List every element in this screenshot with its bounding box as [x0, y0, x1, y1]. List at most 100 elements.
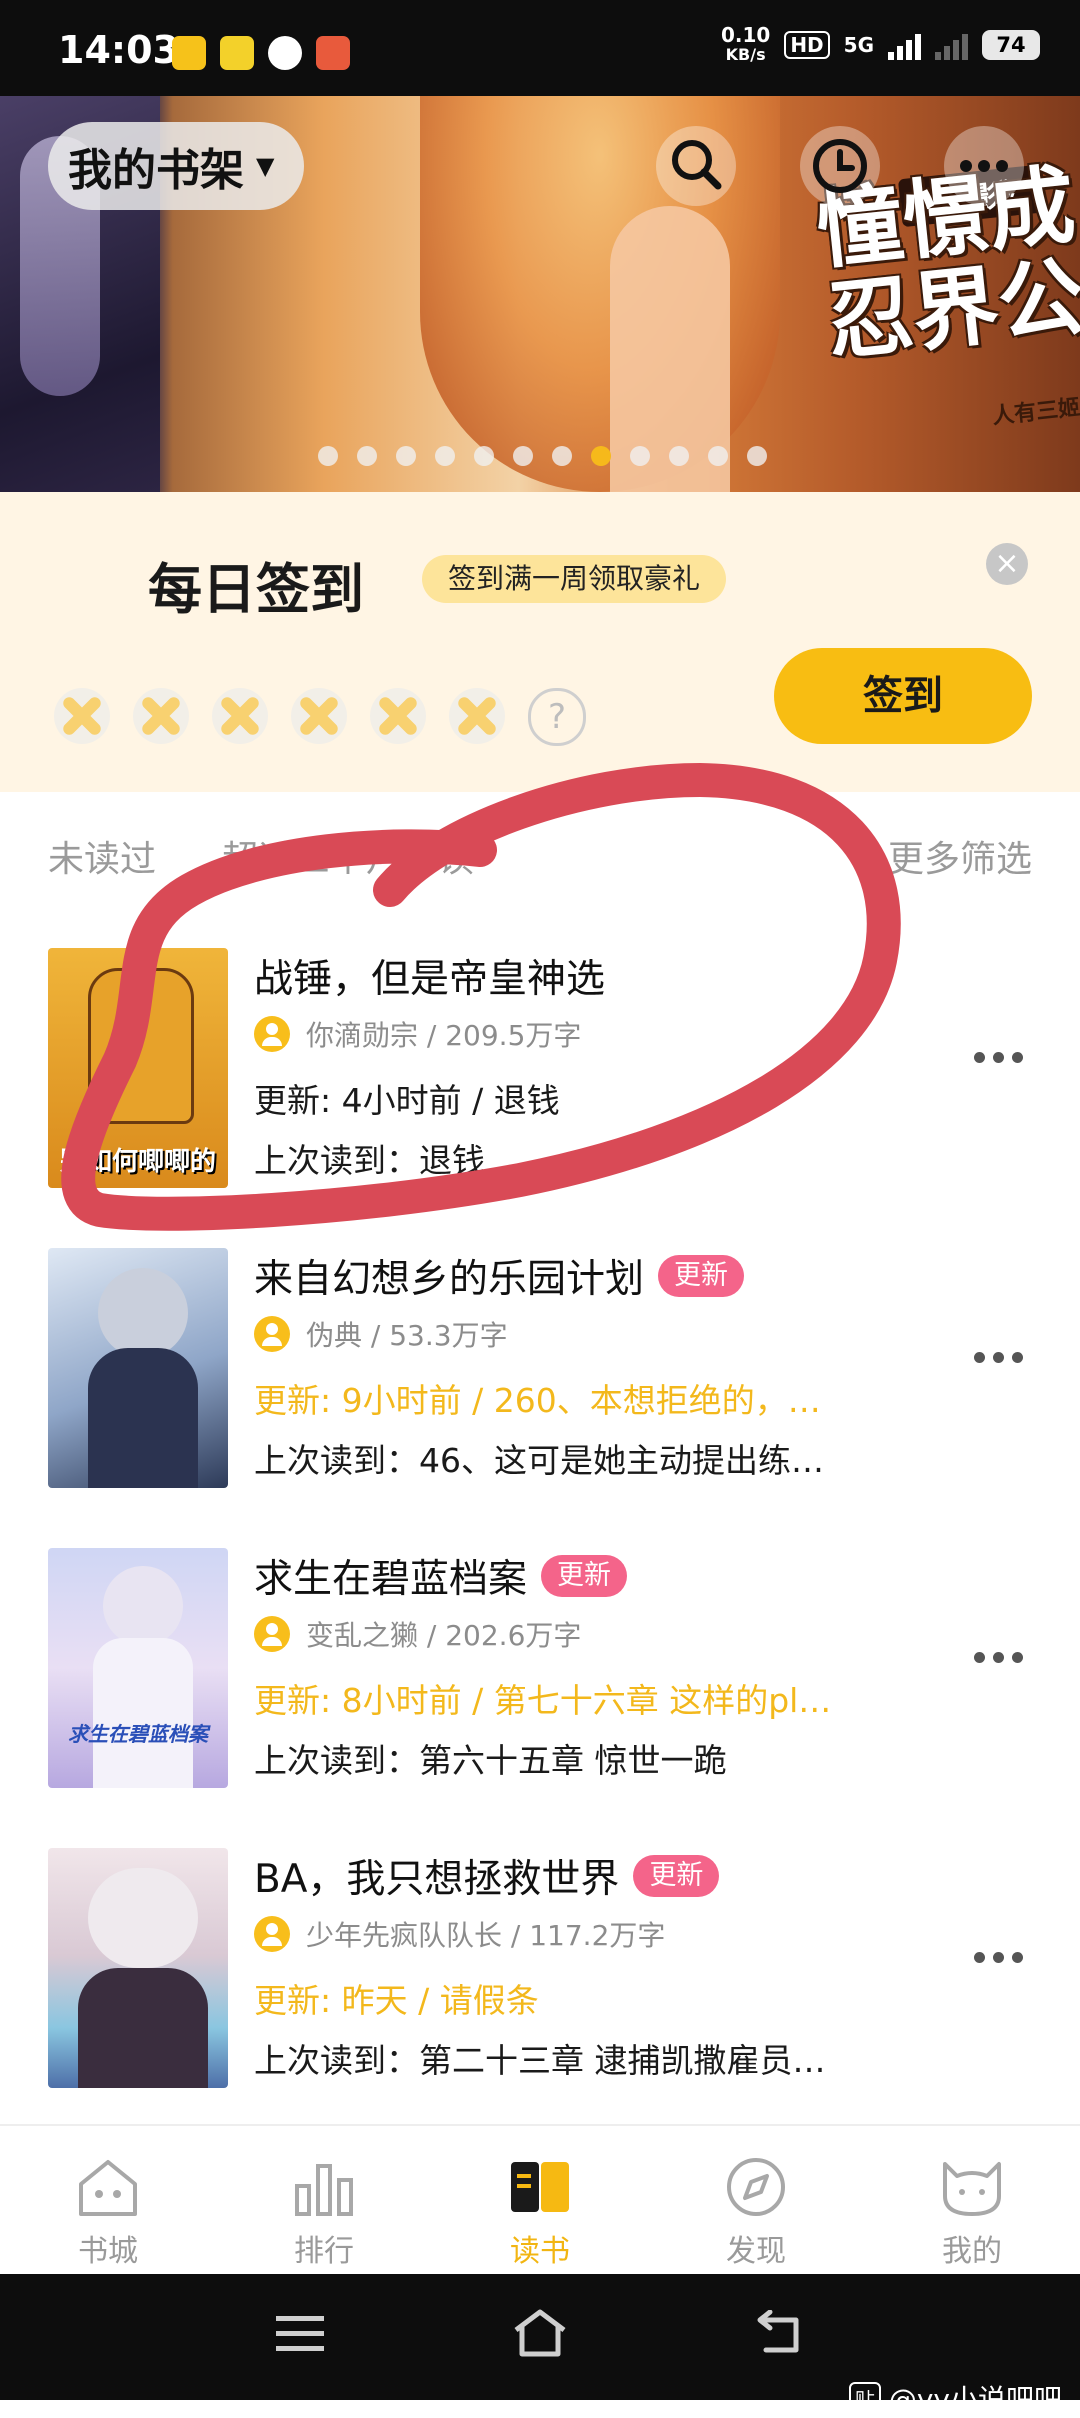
promo-banner[interactable]: 《火影》 憧憬成 忍界公 人有三姬 我的书架 ▼	[0, 96, 1080, 492]
meituan-app-icon	[220, 36, 254, 70]
book-update-info: 更新: 4小时前 / 退钱	[254, 1081, 560, 1120]
carousel-dot	[747, 446, 767, 466]
carousel-dot	[435, 446, 455, 466]
book-author: 少年先疯队队长 / 117.2万字	[254, 1914, 665, 1954]
filter-unread[interactable]: 未读过	[48, 830, 156, 882]
book-cover[interactable]: 求生在碧蓝档案	[48, 1548, 228, 1788]
compass-icon	[721, 2156, 791, 2218]
book-cover[interactable]	[48, 1848, 228, 2088]
system-indicators: 0.10 KB/s HD 5G 74	[720, 23, 1040, 64]
clock: 14:03	[58, 28, 179, 72]
banner-tagline: 人有三姬	[991, 395, 1080, 430]
menu-icon[interactable]	[276, 2314, 324, 2358]
battery-icon: 74	[982, 30, 1040, 60]
book-update-info: 更新: 9小时前 / 260、本想拒绝的，…	[254, 1381, 821, 1420]
signed-day-icon	[133, 688, 189, 744]
home-icon[interactable]	[512, 2308, 568, 2362]
book-author: 变乱之獭 / 202.6万字	[254, 1614, 581, 1654]
update-badge: 更新	[658, 1255, 745, 1297]
carousel-dot	[318, 446, 338, 466]
bottom-navigation: 书城 排行 读书 发现 我的	[0, 2124, 1080, 2276]
sign-in-reward-tag: 签到满一周领取豪礼	[422, 555, 727, 603]
nav-reading[interactable]: 读书	[470, 2156, 610, 2270]
author-avatar-icon	[254, 1916, 290, 1952]
search-icon[interactable]	[656, 126, 736, 206]
book-title: 战锤，但是帝皇神选	[254, 957, 606, 1002]
bar-chart-icon	[289, 2156, 359, 2218]
nav-discover[interactable]: 发现	[686, 2156, 826, 2270]
signed-day-icon	[212, 688, 268, 744]
book-last-read: 上次读到：退钱	[254, 1141, 485, 1180]
book-item[interactable]: 求生在碧蓝档案 求生在碧蓝档案 更新 变乱之獭 / 202.6万字 更新: 8小时…	[0, 1548, 1080, 1848]
book-title: 求生在碧蓝档案 更新	[254, 1548, 628, 1604]
bookshelf-dropdown[interactable]: 我的书架 ▼	[48, 122, 305, 210]
carousel-dot	[396, 446, 416, 466]
history-clock-icon[interactable]	[800, 126, 880, 206]
banner-title: 憧憬成 忍界公	[812, 155, 1080, 374]
network-type: 5G	[843, 33, 874, 57]
more-options-icon[interactable]	[944, 126, 1024, 206]
back-icon[interactable]	[756, 2309, 804, 2360]
carousel-dot	[669, 446, 689, 466]
watermark: 贴 @yy小说吧吧	[848, 2378, 1062, 2418]
mystery-day-icon: ?	[528, 688, 586, 746]
shop-app-icon	[316, 36, 350, 70]
house-icon	[73, 2156, 143, 2218]
book-cover[interactable]: 别如何唧唧的	[48, 948, 228, 1188]
book-more-icon[interactable]	[974, 1052, 1023, 1063]
author-avatar-icon	[254, 1316, 290, 1352]
nav-ranking[interactable]: 排行	[254, 2156, 394, 2270]
close-icon[interactable]: ×	[986, 543, 1028, 585]
book-author: 伪典 / 53.3万字	[254, 1314, 508, 1354]
carousel-dot	[591, 446, 611, 466]
book-author: 你滴勋宗 / 209.5万字	[254, 1014, 581, 1054]
carousel-dot	[708, 446, 728, 466]
network-speed: 0.10 KB/s	[720, 23, 771, 64]
open-book-icon	[505, 2156, 575, 2218]
signal-secondary-icon	[935, 30, 968, 60]
nav-me[interactable]: 我的	[902, 2156, 1042, 2270]
cat-face-icon	[937, 2156, 1007, 2218]
sign-in-progress: ?	[54, 688, 586, 746]
daily-sign-in-card	[0, 492, 1080, 792]
book-cover[interactable]	[48, 1248, 228, 1488]
carousel-dot	[630, 446, 650, 466]
carousel-dot	[513, 446, 533, 466]
signal-icon	[888, 30, 921, 60]
carousel-dot	[474, 446, 494, 466]
carousel-indicator	[318, 446, 767, 466]
book-title: BA，我只想拯救世界 更新	[254, 1848, 720, 1904]
book-last-read: 上次读到：第二十三章 逮捕凯撒雇员…	[254, 2041, 826, 2080]
rabbit-app-icon	[172, 36, 206, 70]
message-icon	[268, 36, 302, 70]
more-filters-button[interactable]: 更多筛选	[888, 830, 1032, 882]
sign-in-button[interactable]: 签到	[774, 648, 1032, 744]
carousel-dot	[357, 446, 377, 466]
signed-day-icon	[449, 688, 505, 744]
hd-indicator: HD	[784, 31, 830, 59]
nav-bookstore[interactable]: 书城	[38, 2156, 178, 2270]
book-item[interactable]: 别如何唧唧的 战锤，但是帝皇神选 你滴勋宗 / 209.5万字 更新: 4小时前…	[0, 948, 1080, 1248]
book-last-read: 上次读到：第六十五章 惊世一跪	[254, 1741, 727, 1780]
sign-in-title: 每日签到	[148, 558, 364, 621]
signed-day-icon	[370, 688, 426, 744]
caret-down-icon: ▼	[256, 152, 275, 180]
author-avatar-icon	[254, 1616, 290, 1652]
author-avatar-icon	[254, 1016, 290, 1052]
signed-day-icon	[54, 688, 110, 744]
book-more-icon[interactable]	[974, 1952, 1023, 1963]
book-item[interactable]: 来自幻想乡的乐园计划 更新 伪典 / 53.3万字 更新: 9小时前 / 260、…	[0, 1248, 1080, 1548]
book-item[interactable]: BA，我只想拯救世界 更新 少年先疯队队长 / 117.2万字 更新: 昨天 / …	[0, 1848, 1080, 2148]
update-badge: 更新	[633, 1855, 720, 1897]
filter-long-unread[interactable]: 超过三个月未读	[222, 830, 474, 882]
status-bar: 14:03 0.10 KB/s HD 5G 74	[0, 0, 1080, 96]
notification-icons	[172, 36, 350, 70]
book-update-info: 更新: 昨天 / 请假条	[254, 1981, 539, 2020]
filter-row: 未读过 超过三个月未读 更多筛选	[0, 820, 1080, 890]
book-title: 来自幻想乡的乐园计划 更新	[254, 1248, 745, 1304]
book-more-icon[interactable]	[974, 1652, 1023, 1663]
book-last-read: 上次读到：46、这可是她主动提出练…	[254, 1441, 824, 1480]
signed-day-icon	[291, 688, 347, 744]
book-more-icon[interactable]	[974, 1352, 1023, 1363]
book-update-info: 更新: 8小时前 / 第七十六章 这样的pl…	[254, 1681, 832, 1720]
